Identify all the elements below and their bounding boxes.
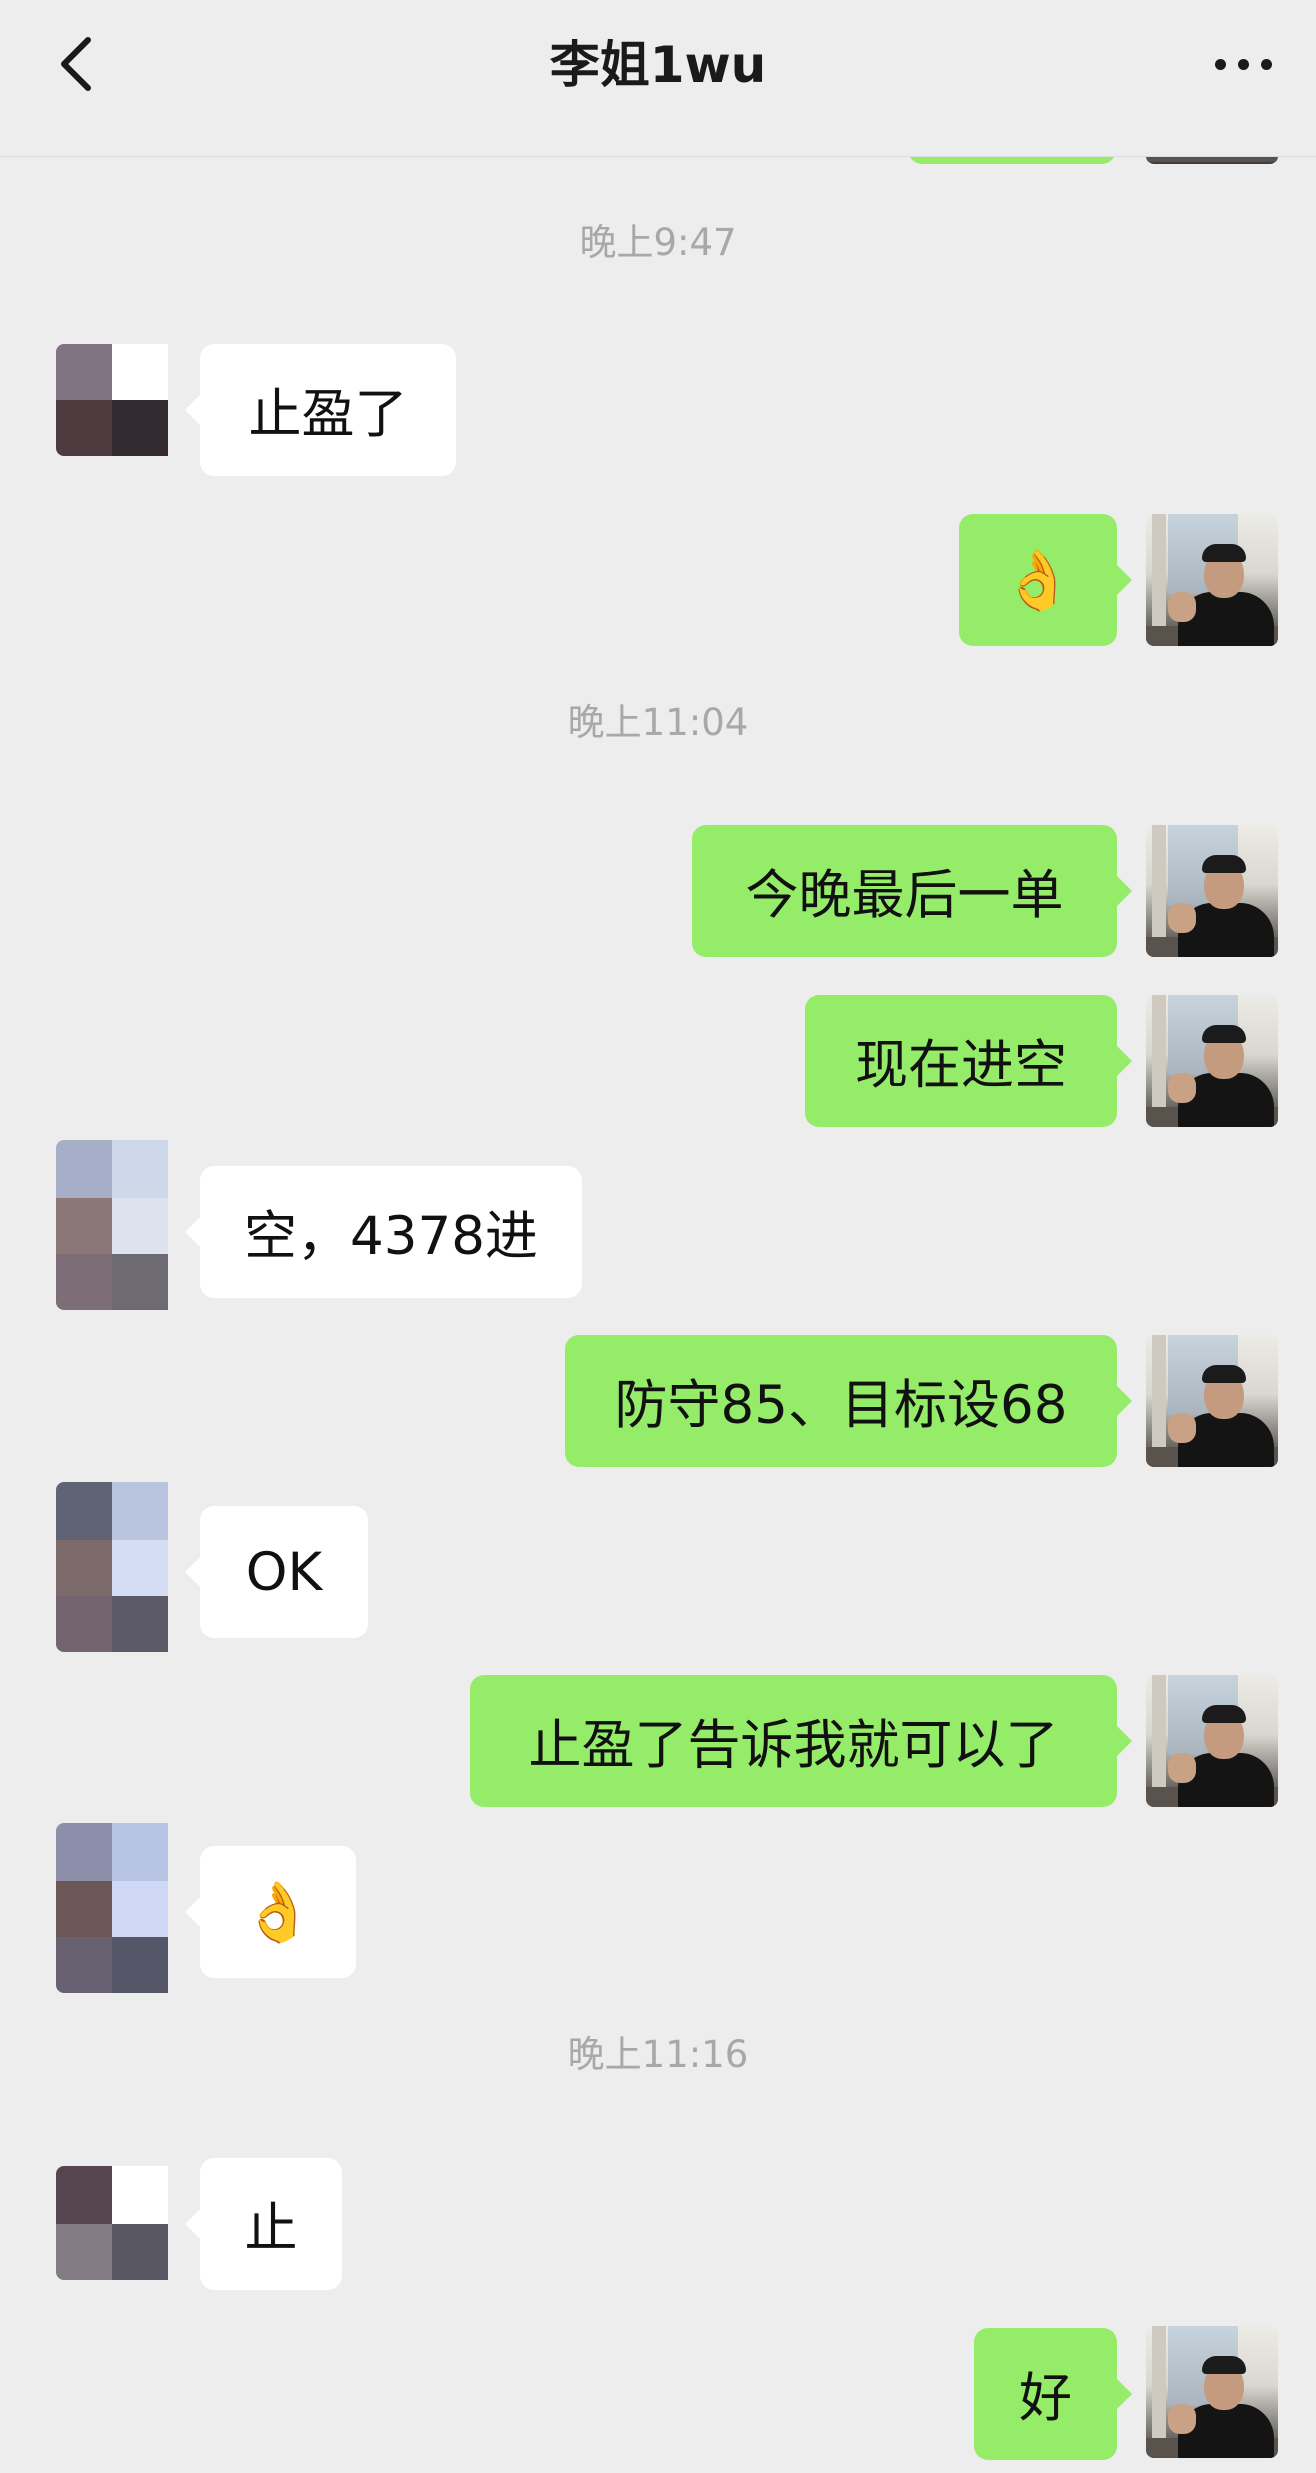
message-bubble[interactable]: 防守85、目标设68 <box>565 1335 1132 1467</box>
message-bubble[interactable]: 空，4378进 <box>185 1166 582 1298</box>
timestamp: 晚上11:16 <box>567 2033 749 2076</box>
ok-hand-emoji: 👌 <box>1001 546 1075 614</box>
more-button[interactable] <box>1198 28 1288 100</box>
chat-screen: 晚上9:47 止盈了 👌 晚上11:04 今晚最后一单 现在进空 空，4378进… <box>0 0 1316 2473</box>
self-avatar[interactable] <box>1146 514 1278 646</box>
contact-avatar[interactable] <box>56 1482 188 1652</box>
more-dots-icon <box>1260 58 1272 70</box>
chat-title: 李姐1wu <box>549 36 767 94</box>
message-bubble[interactable]: 止 <box>185 2158 342 2290</box>
self-avatar[interactable] <box>1146 2326 1278 2458</box>
timestamp: 晚上9:47 <box>579 221 737 264</box>
contact-avatar[interactable] <box>56 344 188 456</box>
self-avatar[interactable] <box>1146 1675 1278 1807</box>
more-dots-icon <box>1237 58 1249 70</box>
self-avatar[interactable] <box>1146 1335 1278 1467</box>
message-bubble[interactable]: 好 <box>974 2328 1132 2460</box>
contact-avatar[interactable] <box>56 1823 188 1993</box>
message-bubble[interactable]: 止盈了告诉我就可以了 <box>470 1675 1132 1807</box>
contact-avatar[interactable] <box>56 1140 188 1310</box>
message-list[interactable]: 晚上9:47 止盈了 👌 晚上11:04 今晚最后一单 现在进空 空，4378进… <box>0 0 1316 2473</box>
chat-header: 李姐1wu <box>0 0 1316 157</box>
self-avatar[interactable] <box>1146 995 1278 1127</box>
timestamp: 晚上11:04 <box>567 701 749 744</box>
message-bubble[interactable]: 止盈了 <box>185 344 456 476</box>
more-dots-icon <box>1214 58 1226 70</box>
message-bubble[interactable]: 现在进空 <box>805 995 1132 1127</box>
ok-hand-emoji: 👌 <box>241 1878 315 1946</box>
message-bubble[interactable]: 今晚最后一单 <box>692 825 1132 957</box>
contact-avatar[interactable] <box>56 2166 188 2280</box>
message-bubble[interactable]: 👌 <box>185 1846 356 1978</box>
message-bubble[interactable]: OK <box>185 1506 368 1638</box>
message-bubble[interactable]: 👌 <box>959 514 1132 646</box>
self-avatar[interactable] <box>1146 825 1278 957</box>
